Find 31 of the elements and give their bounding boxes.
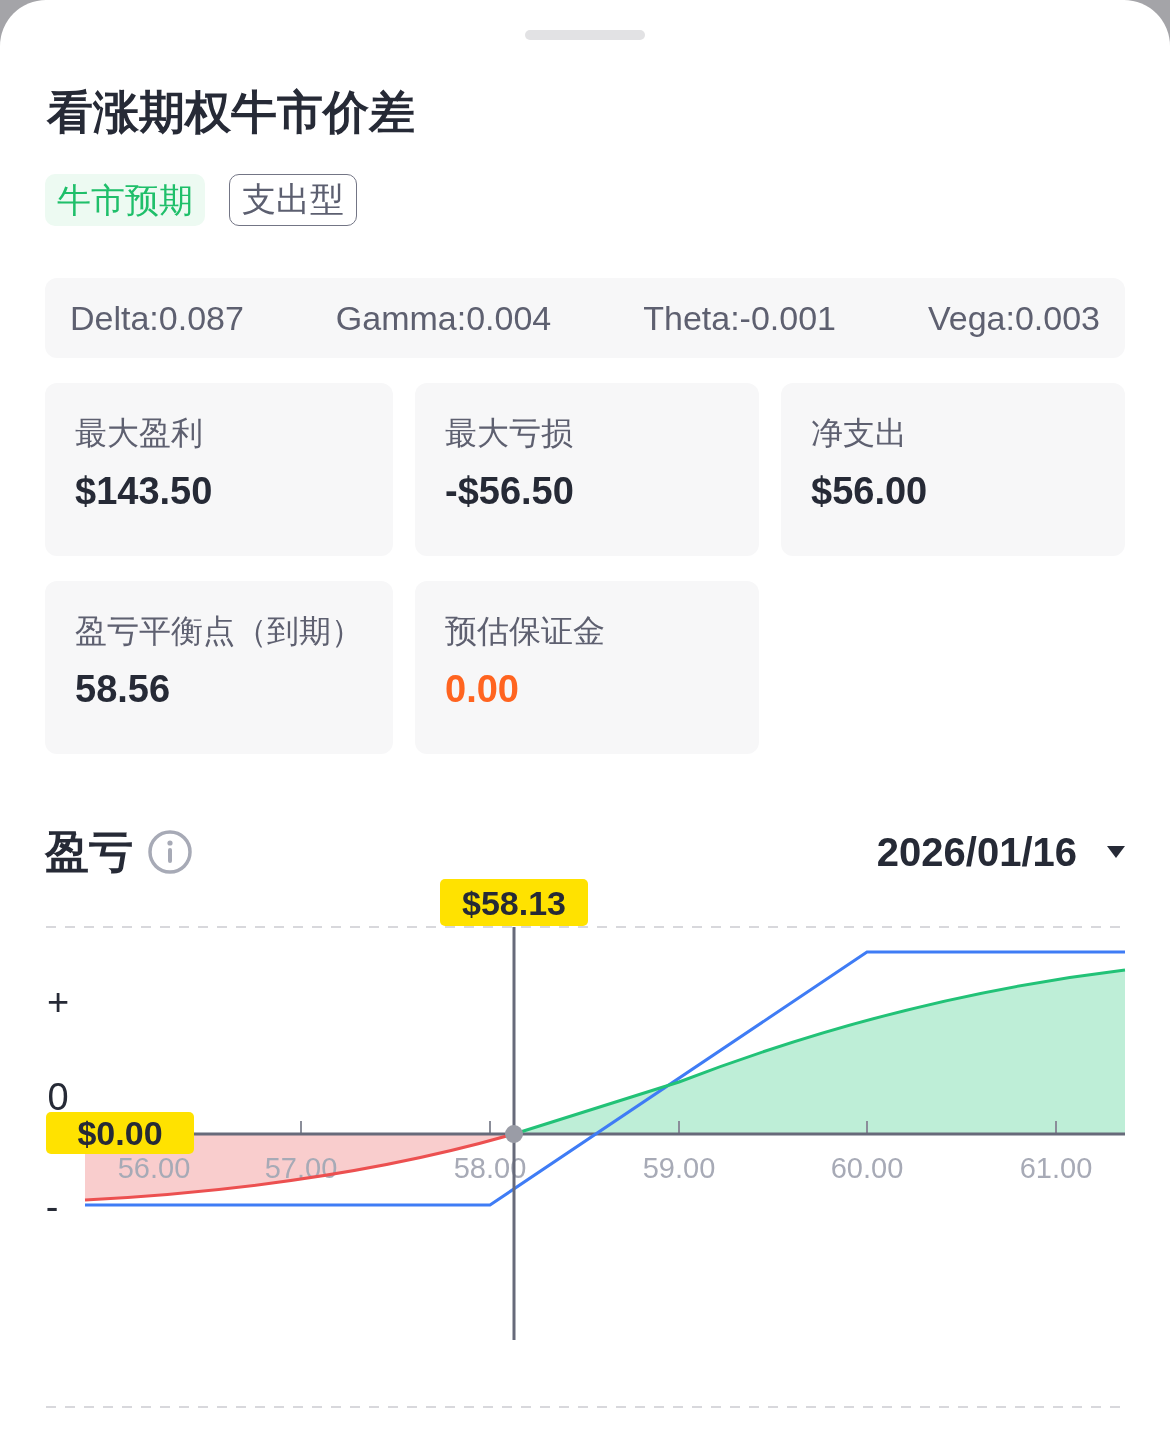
- greek-value: Gamma:0.004: [335, 298, 552, 338]
- greek-value: Delta:0.087: [70, 298, 244, 338]
- info-icon[interactable]: [147, 829, 193, 875]
- x-axis-label: 59.00: [642, 1152, 716, 1184]
- x-axis-label: 60.00: [830, 1152, 904, 1184]
- price-point: [505, 1125, 523, 1143]
- caret-icon: [1107, 846, 1125, 858]
- greek-value: Theta:-0.001: [643, 298, 836, 338]
- value-marker: $0.00: [46, 1112, 194, 1154]
- section-title: 盈亏: [45, 825, 133, 878]
- date-dropdown[interactable]: 2026/01/16: [876, 829, 1125, 875]
- greek-value: Vega:0.003: [927, 298, 1100, 338]
- tag: 牛市预期: [45, 174, 205, 226]
- y-axis-label: +: [46, 981, 70, 1023]
- metric-value: $143.50: [75, 469, 214, 514]
- metric-label: 预估保证金: [445, 612, 606, 651]
- metric-value: $56.00: [811, 469, 929, 514]
- metric-label: 净支出: [811, 414, 908, 453]
- y-axis-label: -: [45, 1186, 59, 1228]
- price-marker: $58.13: [440, 879, 588, 926]
- drag-handle[interactable]: [525, 30, 645, 40]
- metric-value: 0.00: [445, 667, 520, 712]
- metric-value: -$56.50: [445, 469, 575, 514]
- metric-value: 58.56: [75, 667, 172, 712]
- metric-label: 最大亏损: [445, 414, 574, 453]
- metric-label: 盈亏平衡点（到期）: [75, 612, 363, 651]
- tag: 支出型: [229, 174, 357, 226]
- strategy-title: 看涨期权牛市价差: [47, 85, 416, 140]
- metric-label: 最大盈利: [75, 414, 204, 453]
- x-axis-label: 56.00: [117, 1152, 191, 1184]
- x-axis-label: 61.00: [1019, 1152, 1093, 1184]
